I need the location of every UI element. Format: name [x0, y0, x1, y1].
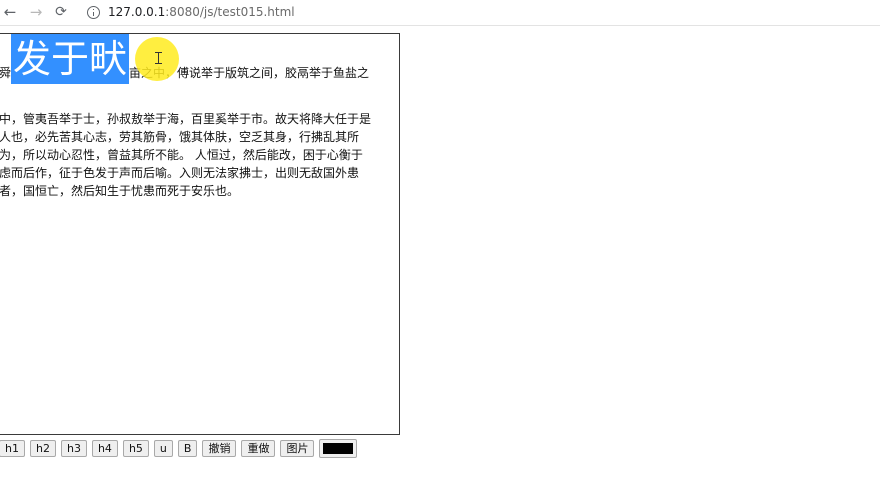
color-swatch-fill: [323, 442, 354, 454]
rich-text-editor[interactable]: 舜 发于畎 亩之中，傅说举于版筑之间，胶鬲举于鱼盐之 中，管夷吾举于士，孙叔敖举…: [0, 33, 400, 435]
insert-image-button[interactable]: 图片: [280, 439, 315, 457]
url-path: :8080/js/test015.html: [165, 5, 295, 19]
editor-content[interactable]: 舜 发于畎 亩之中，傅说举于版筑之间，胶鬲举于鱼盐之 中，管夷吾举于士，孙叔敖举…: [0, 34, 399, 200]
text-line: 为，所以动心忍性，曾益其所不能。 人恒过，然后能改，困于心衡于: [0, 148, 363, 162]
h5-button[interactable]: h5: [122, 439, 149, 457]
text-line: 者，国恒亡，然后知生于忧患而死于安乐也。: [0, 184, 240, 198]
text-cursor-icon: [155, 52, 162, 64]
underline-button[interactable]: u: [153, 439, 173, 457]
h1-button[interactable]: h1: [0, 439, 25, 457]
h2-button[interactable]: h2: [29, 439, 56, 457]
redo-button[interactable]: 重做: [241, 439, 276, 457]
info-icon[interactable]: [87, 5, 100, 19]
address-bar[interactable]: 127.0.0.1:8080/js/test015.html: [78, 1, 878, 23]
reload-icon[interactable]: ⟳: [51, 2, 71, 22]
selected-heading-text[interactable]: 发于畎: [11, 34, 130, 84]
text-fragment: 舜: [0, 66, 12, 80]
browser-toolbar: ← → ⟳ 127.0.0.1:8080/js/test015.html: [0, 0, 880, 26]
h4-button[interactable]: h4: [91, 439, 118, 457]
text-line: 中，管夷吾举于士，孙叔敖举于海，百里奚举于市。故天将降大任于是: [0, 112, 372, 126]
forward-arrow-icon[interactable]: →: [26, 2, 46, 22]
color-picker[interactable]: [319, 438, 358, 458]
undo-button[interactable]: 撤销: [202, 439, 237, 457]
text-line: 人也，必先苦其心志，劳其筋骨，饿其体肤，空乏其身，行拂乱其所: [0, 130, 360, 144]
url-host: 127.0.0.1: [108, 5, 166, 19]
text-line: 虑而后作，征于色发于声而后喻。入则无法家拂士，出则无敌国外患: [0, 166, 360, 180]
bold-button[interactable]: B: [177, 439, 198, 457]
back-arrow-icon[interactable]: ←: [0, 2, 20, 22]
text-line: 舜 发于畎 亩之中，傅说举于版筑之间，胶鬲举于鱼盐之: [0, 34, 399, 110]
format-toolbar: h1 h2 h3 h4 h5 u B 撤销 重做 图片: [0, 438, 358, 458]
h3-button[interactable]: h3: [60, 439, 87, 457]
url-text: 127.0.0.1:8080/js/test015.html: [108, 5, 295, 19]
